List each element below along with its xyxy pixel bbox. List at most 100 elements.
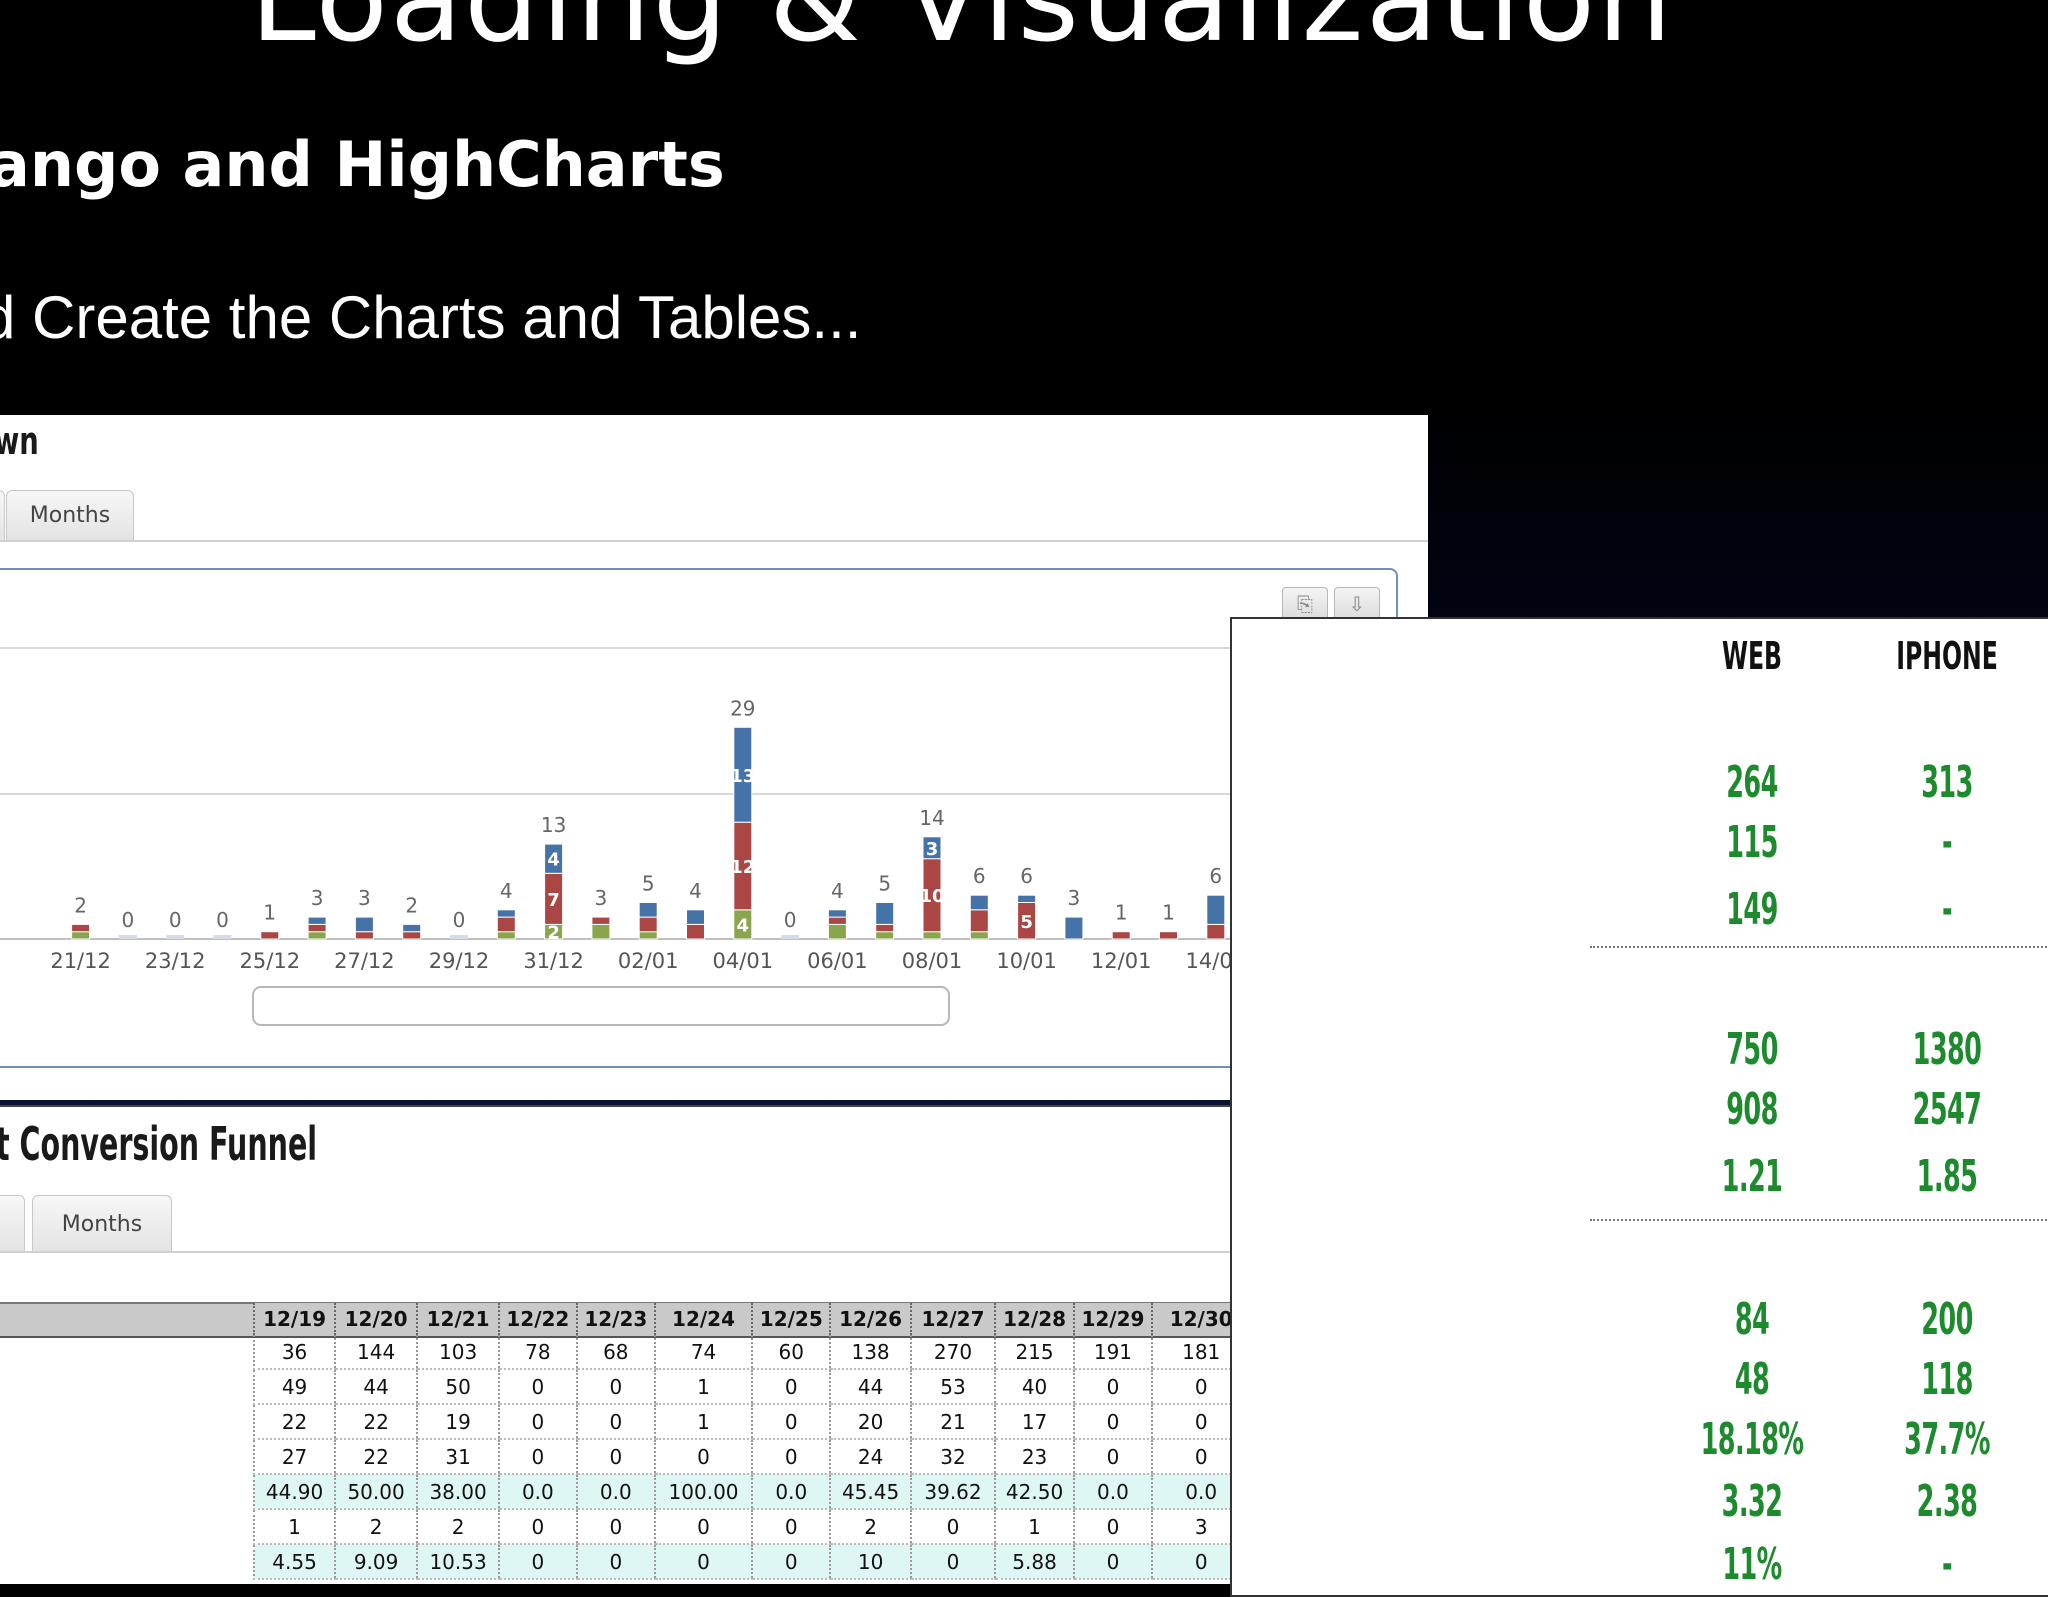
range-navigator[interactable] — [252, 986, 950, 1026]
segment-label: 10 — [919, 886, 944, 907]
table-cell: 0 — [1072, 1369, 1153, 1405]
tab-months[interactable]: Months — [32, 1195, 172, 1252]
tab-divider — [0, 1251, 1376, 1253]
web-stat-value: 3.32 — [1721, 1476, 1783, 1527]
bar-segment — [307, 923, 327, 933]
x-tick-label: 23/12 — [145, 949, 206, 973]
table-cell: 0 — [498, 1369, 577, 1405]
bar-segment — [1064, 916, 1084, 940]
column-header[interactable]: 12/23 — [575, 1303, 656, 1335]
bar-segment — [71, 923, 91, 933]
segment-label: 4 — [547, 850, 560, 871]
table-cell: 1 — [654, 1404, 753, 1440]
table-cell: 0 — [751, 1369, 831, 1405]
bar-total-label: 6 — [1020, 864, 1033, 888]
table-cell: 27 — [252, 1439, 336, 1475]
x-tick-label: 02/01 — [618, 949, 679, 973]
bar-segment — [354, 916, 374, 933]
table-cell: 74 — [654, 1335, 753, 1370]
bar-total-label: 4 — [500, 879, 513, 903]
table-cell: 0 — [575, 1509, 656, 1545]
table-cell: 78 — [498, 1335, 577, 1370]
bar-segment — [118, 935, 137, 939]
table-cell: 60 — [751, 1335, 831, 1370]
iphone-stat-value: 200 — [1921, 1294, 1973, 1345]
x-tick-label: 31/12 — [523, 949, 584, 973]
table-cell: 0 — [575, 1404, 656, 1440]
bar-segment — [969, 909, 989, 933]
column-header[interactable]: 12/19 — [252, 1303, 336, 1335]
table-cell: 32 — [909, 1439, 996, 1475]
web-stat-value: 18.18% — [1700, 1414, 1804, 1465]
web-stat-value: 11% — [1722, 1539, 1782, 1590]
bar-segment — [686, 923, 705, 940]
segment-label: 13 — [730, 766, 755, 787]
table-cell: 53 — [909, 1369, 996, 1405]
web-stat-value: 1.21 — [1721, 1151, 1783, 1202]
segment-label: 7 — [547, 890, 560, 911]
x-tick-label: 21/12 — [50, 949, 111, 973]
table-cell: 44.90 — [252, 1474, 336, 1510]
bar-segment — [969, 931, 989, 940]
bar-segment — [1111, 931, 1131, 940]
bar-segment — [827, 923, 847, 940]
bar-total-label: 3 — [595, 886, 608, 910]
bar-segment — [591, 916, 611, 925]
table-cell: 0.0 — [1072, 1474, 1153, 1510]
web-column-header: WEB — [1721, 634, 1783, 678]
bar-segment — [496, 931, 516, 940]
table-cell: 103 — [416, 1335, 500, 1370]
tab-previous[interactable] — [0, 1195, 25, 1253]
bar-segment — [402, 923, 422, 933]
bar-segment — [875, 931, 895, 940]
segment-label: 3 — [926, 839, 939, 860]
column-header[interactable]: 12/27 — [909, 1303, 996, 1335]
iphone-stat-value: 313 — [1921, 757, 1973, 808]
bar-segment — [875, 902, 895, 925]
slide-bullet-text: d Create the Charts and Tables... — [0, 284, 862, 351]
bar-total-label: 1 — [263, 901, 276, 925]
table-cell: 50 — [416, 1369, 500, 1405]
iphone-stat-value: 2547 — [1912, 1084, 1982, 1135]
column-header[interactable]: 12/29 — [1072, 1303, 1153, 1335]
column-header[interactable]: 12/25 — [751, 1303, 831, 1335]
bar-segment — [638, 931, 658, 940]
table-cell: 22 — [334, 1439, 418, 1475]
table-cell: 0 — [498, 1509, 577, 1545]
column-header[interactable]: 12/22 — [498, 1303, 577, 1335]
bar-total-label: 0 — [453, 908, 466, 932]
column-header[interactable]: 12/28 — [994, 1303, 1074, 1335]
table-cell: 191 — [1072, 1335, 1153, 1370]
column-header[interactable]: 12/26 — [829, 1303, 911, 1335]
bar-total-label: 4 — [831, 879, 844, 903]
bar-total-label: 2 — [74, 893, 87, 917]
table-cell: 68 — [575, 1335, 656, 1370]
column-header[interactable]: 12/21 — [416, 1303, 500, 1335]
table-cell: 42.50 — [994, 1474, 1074, 1510]
table-cell: 10 — [829, 1544, 911, 1580]
web-stat-value: 750 — [1726, 1024, 1778, 1075]
table-cell: 0 — [575, 1369, 656, 1405]
table-cell: 0 — [498, 1544, 577, 1580]
segment-label: 2 — [547, 923, 560, 944]
column-header[interactable]: 12/24 — [654, 1303, 753, 1335]
bar-total-label: 13 — [541, 813, 566, 837]
bar-total-label: 3 — [311, 886, 324, 910]
bar-segment — [875, 923, 895, 933]
bar-total-label: 0 — [169, 908, 182, 932]
bar-segment — [307, 916, 327, 925]
table-cell: 44 — [334, 1369, 418, 1405]
x-tick-label: 25/12 — [240, 949, 301, 973]
bar-segment — [1159, 931, 1178, 940]
column-header[interactable]: 12/20 — [334, 1303, 418, 1335]
web-stat-value: 149 — [1726, 884, 1778, 935]
bar-segment — [1206, 894, 1226, 925]
table-cell: 215 — [994, 1335, 1074, 1370]
iphone-stat-value: 1.85 — [1916, 1151, 1978, 1202]
bar-segment — [496, 916, 516, 933]
bar-segment — [638, 916, 658, 933]
table-cell: 0 — [575, 1439, 656, 1475]
x-tick-label: 10/01 — [996, 949, 1057, 973]
table-cell: 0 — [1072, 1544, 1153, 1580]
table-cell: 0 — [1072, 1509, 1153, 1545]
